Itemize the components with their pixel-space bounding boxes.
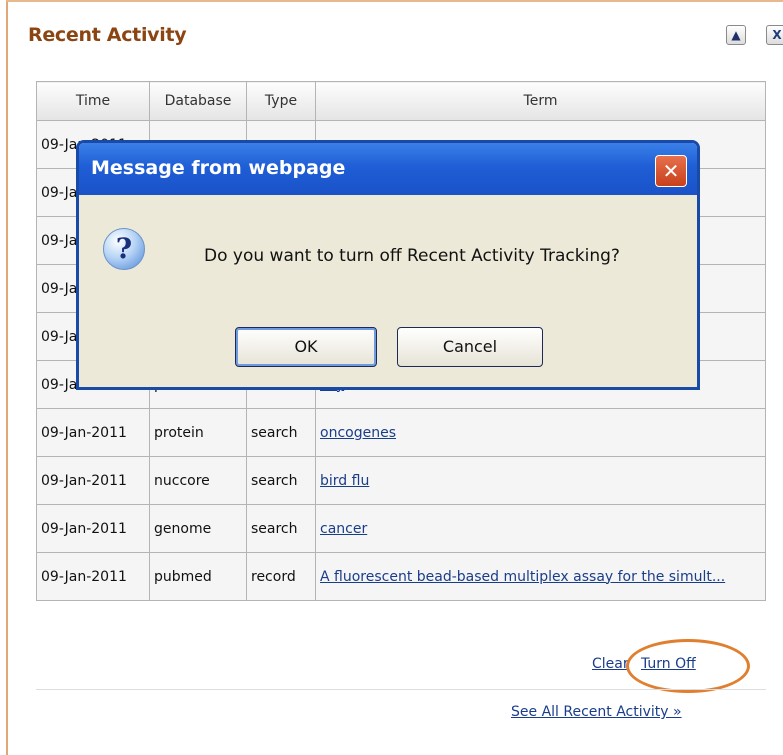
cancel-button[interactable]: Cancel (397, 327, 543, 367)
table-row: 09-Jan-2011 protein search oncogenes (36, 408, 766, 457)
cell-term: bird flu (315, 456, 766, 505)
table-row: 09-Jan-2011 genome search cancer (36, 504, 766, 553)
term-link[interactable]: bird flu (320, 473, 369, 489)
question-icon: ? (103, 228, 145, 270)
panel-left-border (6, 0, 8, 755)
cell-type: search (246, 504, 316, 553)
cell-type: search (246, 408, 316, 457)
table-header-row: Time Database Type Term (36, 81, 766, 121)
term-link[interactable]: cancer (320, 521, 367, 537)
cell-term: A fluorescent bead-based multiplex assay… (315, 552, 766, 601)
term-link[interactable]: A fluorescent bead-based multiplex assay… (320, 569, 725, 585)
cell-database: nuccore (149, 456, 247, 505)
clear-link[interactable]: Clear (592, 656, 629, 672)
column-header-time: Time (36, 81, 150, 121)
cell-time: 09-Jan-2011 (36, 504, 150, 553)
dialog-titlebar[interactable]: Message from webpage ✕ (79, 143, 697, 195)
cell-term: cancer (315, 504, 766, 553)
cell-database: pubmed (149, 552, 247, 601)
time-text: 09-Jan-2011 (41, 520, 127, 537)
term-link[interactable]: oncogenes (320, 425, 396, 441)
close-icon[interactable]: X (766, 25, 783, 45)
time-text: 09-Jan-2011 (41, 424, 127, 441)
close-icon[interactable]: ✕ (655, 155, 687, 187)
cell-time: 09-Jan-2011 (36, 552, 150, 601)
column-header-type: Type (246, 81, 316, 121)
highlight-ring (626, 639, 750, 693)
collapse-icon[interactable]: ▲ (726, 25, 746, 45)
table-row: 09-Jan-2011 pubmed record A fluorescent … (36, 552, 766, 601)
see-all-recent-activity-link[interactable]: See All Recent Activity » (511, 704, 682, 720)
divider (36, 689, 766, 690)
cell-time: 09-Jan-2011 (36, 408, 150, 457)
panel-title: Recent Activity (28, 24, 187, 46)
cell-type: record (246, 552, 316, 601)
column-header-term: Term (315, 81, 766, 121)
cell-term: oncogenes (315, 408, 766, 457)
cell-time: 09-Jan-2011 (36, 456, 150, 505)
ok-button[interactable]: OK (235, 327, 377, 367)
message-dialog: Message from webpage ✕ ? Do you want to … (76, 140, 700, 390)
column-header-database: Database (149, 81, 247, 121)
dialog-title: Message from webpage (91, 157, 346, 179)
time-text: 09-Jan-2011 (41, 472, 127, 489)
cell-type: search (246, 456, 316, 505)
dialog-message: Do you want to turn off Recent Activity … (204, 246, 620, 266)
table-row: 09-Jan-2011 nuccore search bird flu (36, 456, 766, 505)
cell-database: genome (149, 504, 247, 553)
time-text: 09-Jan-2011 (41, 568, 127, 585)
cell-database: protein (149, 408, 247, 457)
panel-header: Recent Activity ▲ X (8, 2, 783, 64)
